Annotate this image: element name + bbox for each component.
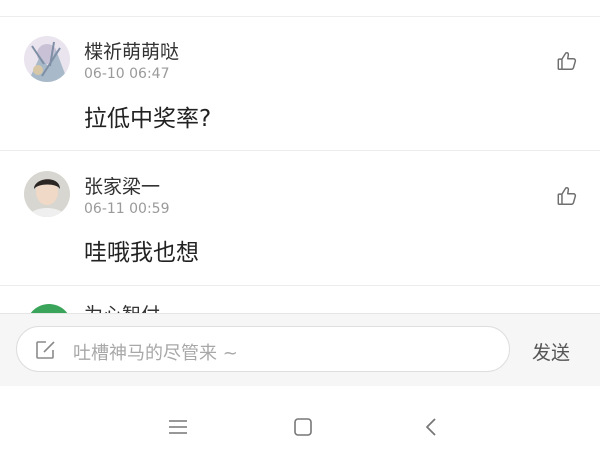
comment-time: 06-10 06:47: [84, 66, 170, 82]
send-button[interactable]: 发送: [532, 338, 570, 365]
comment-text: 拉低中奖率?: [84, 106, 212, 132]
commenter-name: 张家梁一: [84, 176, 161, 198]
comment-text: 哇哦我也想: [84, 240, 199, 266]
comment-item: 张家梁一 06-11 00:59 哇哦我也想: [0, 151, 600, 285]
home-icon[interactable]: [288, 412, 318, 442]
like-icon[interactable]: [556, 185, 578, 207]
comment-composer: 吐槽神马的尽管来 ~ 发送: [0, 313, 600, 386]
divider: [0, 285, 600, 286]
menu-icon[interactable]: [163, 412, 193, 442]
commenter-name: 楪祈萌萌哒: [84, 41, 180, 63]
avatar[interactable]: [24, 36, 70, 82]
comment-item: 楪祈萌萌哒 06-10 06:47 拉低中奖率?: [0, 0, 600, 150]
comment-input[interactable]: 吐槽神马的尽管来 ~: [16, 326, 510, 372]
avatar[interactable]: [24, 171, 70, 217]
comment-time: 06-11 00:59: [84, 201, 170, 217]
back-icon[interactable]: [416, 412, 446, 442]
input-placeholder: 吐槽神马的尽管来 ~: [73, 343, 238, 364]
compose-icon: [35, 340, 57, 360]
system-nav-bar: [0, 386, 600, 469]
like-icon[interactable]: [556, 50, 578, 72]
